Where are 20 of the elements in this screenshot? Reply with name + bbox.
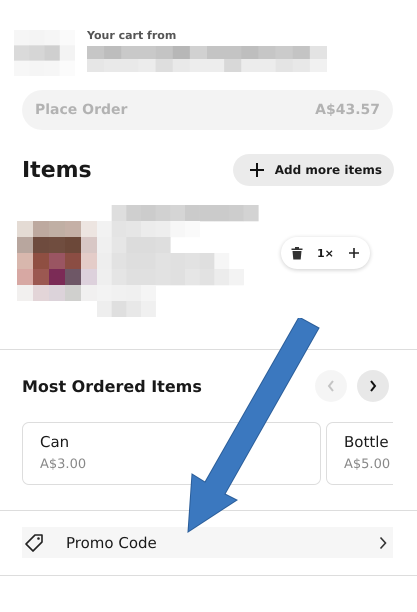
section-title: Items — [22, 158, 92, 182]
product-name: Can — [40, 433, 70, 451]
chevron-left-icon — [327, 380, 335, 392]
product-name: Bottle — [344, 433, 390, 451]
product-price: A$5.00 — [344, 457, 392, 472]
section-title: Most Ordered Items — [22, 376, 202, 396]
next-button[interactable] — [357, 370, 389, 402]
product-card[interactable]: Bottle A$5.00 — [326, 422, 393, 485]
product-price: A$3.00 — [40, 457, 88, 472]
plus-icon — [248, 162, 265, 178]
tag-icon — [24, 532, 44, 552]
trash-icon — [291, 246, 303, 260]
promo-code-row[interactable]: Promo Code — [22, 527, 393, 558]
add-items-button[interactable]: Add more items — [232, 154, 394, 186]
quantity-label: 1× — [317, 246, 334, 260]
pixelated-block — [14, 30, 75, 76]
chevron-right-icon — [369, 380, 377, 392]
plus-icon — [348, 247, 360, 259]
chevron-right-icon — [379, 536, 387, 550]
cart-caption: Your cart from — [87, 29, 178, 42]
